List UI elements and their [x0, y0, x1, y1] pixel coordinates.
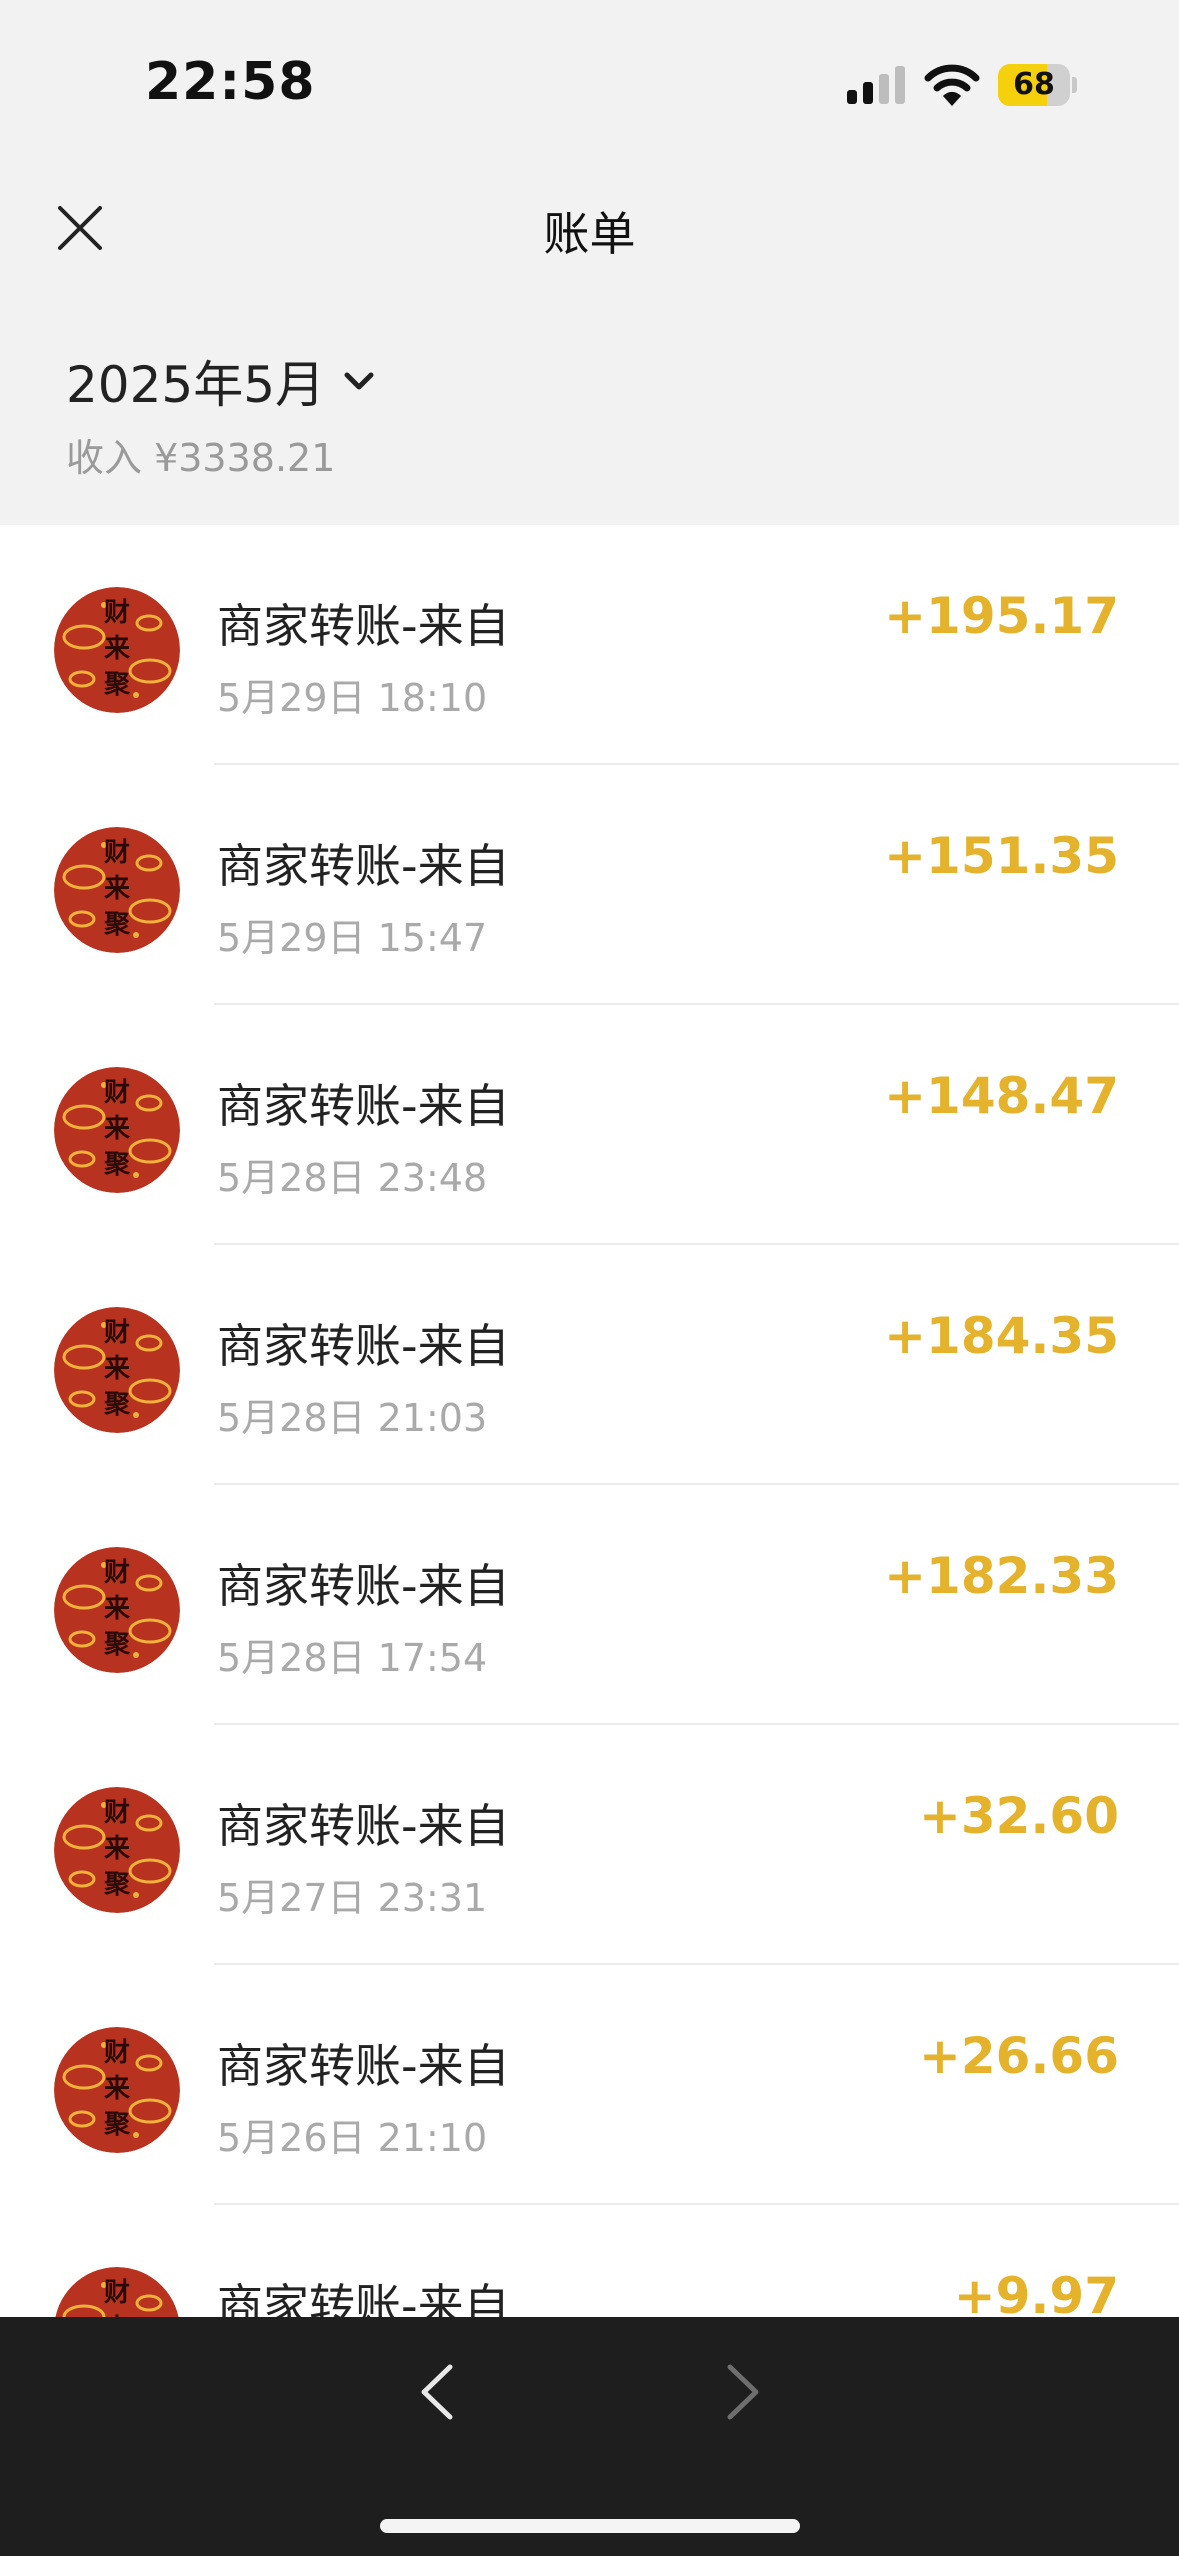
transaction-row[interactable]: 财来聚商家转账-来自 5月29日 18:10 +195.17	[0, 525, 1179, 765]
svg-text:财: 财	[104, 598, 130, 628]
merchant-avatar: 财来聚	[54, 1787, 180, 1913]
svg-text:聚: 聚	[103, 2110, 131, 2140]
svg-text:聚: 聚	[103, 1630, 131, 1660]
merchant-avatar: 财来聚	[54, 827, 180, 953]
transaction-time: 5月26日 21:10	[217, 2116, 488, 2160]
cellular-signal-icon	[847, 66, 905, 104]
battery-level: 68	[1013, 67, 1055, 102]
transaction-title: 商家转账-来自	[217, 1799, 510, 1853]
svg-text:来: 来	[104, 1354, 131, 1384]
svg-text:财: 财	[104, 1318, 130, 1348]
transaction-time: 5月28日 23:48	[217, 1156, 488, 1200]
transaction-time: 5月27日 23:31	[217, 1876, 488, 1920]
month-selector[interactable]: 2025年5月	[66, 345, 377, 417]
transaction-title: 商家转账-来自	[217, 1319, 510, 1373]
transaction-amount: +148.47	[884, 1067, 1119, 1125]
svg-text:聚: 聚	[103, 1150, 131, 1180]
transaction-amount: +32.60	[918, 1787, 1119, 1845]
page-title: 账单	[543, 207, 636, 261]
transaction-title: 商家转账-来自	[217, 2039, 510, 2093]
chevron-down-icon	[344, 372, 374, 390]
svg-text:聚: 聚	[103, 1390, 131, 1420]
svg-text:财: 财	[104, 2278, 130, 2308]
wifi-icon	[924, 64, 980, 106]
merchant-avatar: 财来聚	[54, 1067, 180, 1193]
transaction-time: 5月29日 18:10	[217, 676, 488, 720]
status-time: 22:58	[145, 52, 316, 112]
svg-text:财: 财	[104, 1078, 130, 1108]
income-total: 收入 ¥3338.21	[66, 436, 336, 480]
transaction-title: 商家转账-来自	[217, 1079, 510, 1133]
svg-text:财: 财	[104, 1798, 130, 1828]
transaction-amount: +184.35	[884, 1307, 1119, 1365]
transaction-row[interactable]: 财来聚商家转账-来自 5月28日 21:03 +184.35	[0, 1245, 1179, 1485]
transaction-time: 5月29日 15:47	[217, 916, 488, 960]
merchant-avatar: 财来聚	[54, 2027, 180, 2153]
svg-text:来: 来	[104, 874, 131, 904]
svg-text:财: 财	[104, 1558, 130, 1588]
transaction-row[interactable]: 财来聚商家转账-来自 5月28日 17:54 +182.33	[0, 1485, 1179, 1725]
svg-text:来: 来	[104, 634, 131, 664]
home-indicator	[380, 2519, 800, 2533]
svg-text:来: 来	[104, 1114, 131, 1144]
svg-text:财: 财	[104, 2038, 130, 2068]
svg-text:来: 来	[104, 2074, 131, 2104]
chevron-left-icon[interactable]	[412, 2357, 462, 2427]
transaction-row[interactable]: 财来聚商家转账-来自 5月29日 15:47 +151.35	[0, 765, 1179, 1005]
transaction-time: 5月28日 21:03	[217, 1396, 488, 1440]
transaction-amount: +182.33	[884, 1547, 1119, 1605]
status-bar: 22:58 68	[0, 0, 1179, 160]
transaction-row[interactable]: 财来聚商家转账-来自 5月27日 23:31 +32.60	[0, 1725, 1179, 1965]
battery-icon: 68	[998, 64, 1077, 106]
transaction-amount: +26.66	[918, 2027, 1119, 2085]
transaction-row[interactable]: 财来聚商家转账-来自 5月26日 21:10 +26.66	[0, 1965, 1179, 2205]
transaction-title: 商家转账-来自	[217, 1559, 510, 1613]
svg-text:来: 来	[104, 1594, 131, 1624]
merchant-avatar: 财来聚	[54, 1547, 180, 1673]
transaction-time: 5月28日 17:54	[217, 1636, 488, 1680]
svg-text:聚: 聚	[103, 1870, 131, 1900]
nav-bar: 账单	[0, 160, 1179, 295]
bottom-navigation-bar	[0, 2317, 1179, 2556]
svg-text:聚: 聚	[103, 670, 131, 700]
transaction-title: 商家转账-来自	[217, 839, 510, 893]
transaction-amount: +195.17	[884, 587, 1119, 645]
chevron-right-icon[interactable]	[718, 2357, 768, 2427]
merchant-avatar: 财来聚	[54, 1307, 180, 1433]
month-summary: 2025年5月 收入 ¥3338.21	[0, 295, 1179, 525]
month-label: 2025年5月	[66, 356, 326, 414]
transaction-row[interactable]: 财来聚商家转账-来自 5月28日 23:48 +148.47	[0, 1005, 1179, 1245]
svg-text:来: 来	[104, 1834, 131, 1864]
transaction-title: 商家转账-来自	[217, 599, 510, 653]
merchant-avatar: 财来聚	[54, 587, 180, 713]
transaction-amount: +151.35	[884, 827, 1119, 885]
svg-text:聚: 聚	[103, 910, 131, 940]
svg-text:财: 财	[104, 838, 130, 868]
